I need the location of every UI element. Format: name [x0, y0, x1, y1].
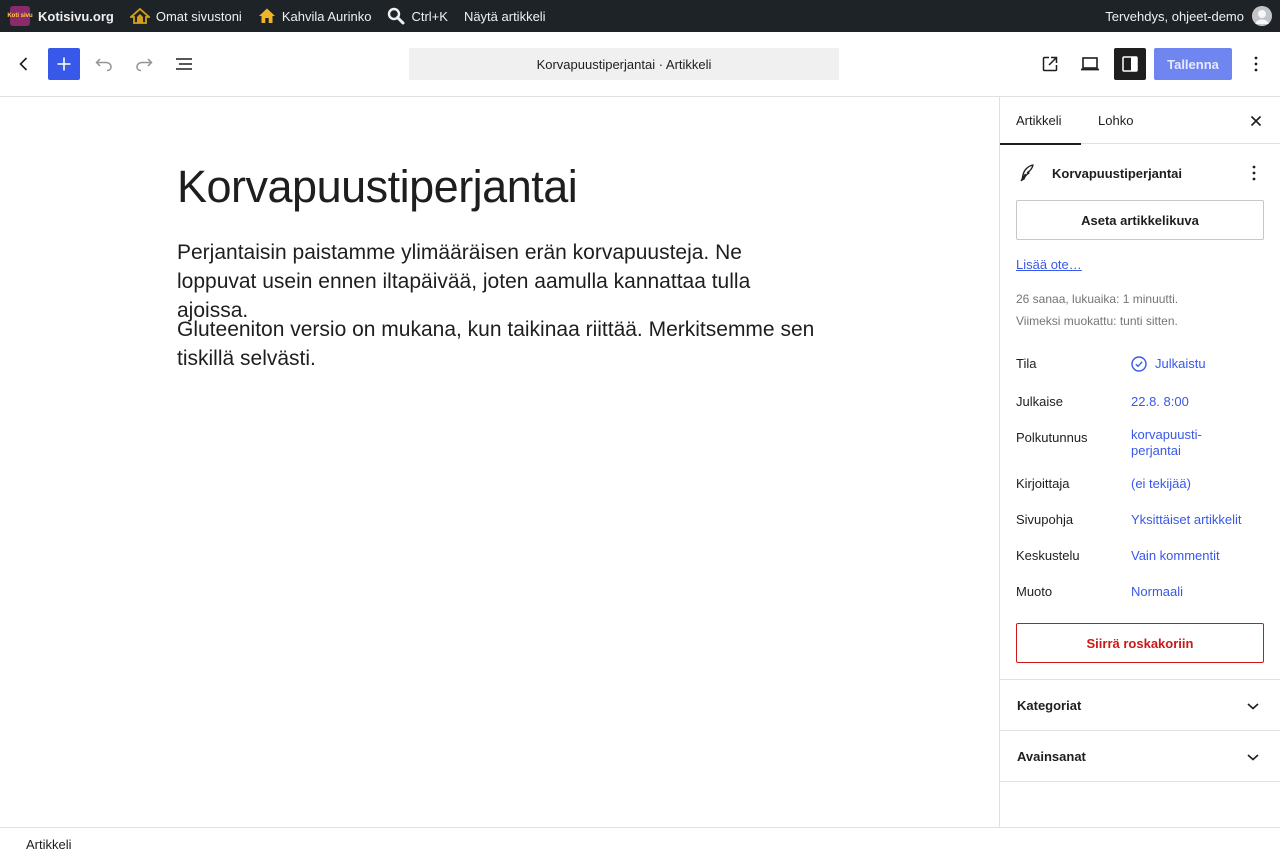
template-label: Sivupohja	[1016, 512, 1074, 527]
set-featured-image-label: Aseta artikkelikuva	[1081, 212, 1199, 228]
tab-post-label: Artikkeli	[1016, 113, 1062, 128]
move-to-trash-label: Siirrä roskakoriin	[1086, 635, 1194, 651]
admin-bar: Koti sivu Kotisivu.org Omat sivustoni Ka…	[0, 0, 1280, 32]
document-title-bar[interactable]: Korvapuustiperjantai · Artikkeli	[409, 48, 839, 80]
block-breadcrumb: Artikkeli	[0, 827, 1280, 860]
author-button[interactable]: (ei tekijää)	[1131, 476, 1191, 492]
format-label: Muoto	[1016, 584, 1053, 599]
format-button[interactable]: Normaali	[1131, 584, 1183, 600]
tab-post[interactable]: Artikkeli	[1000, 97, 1081, 145]
template-button[interactable]: Yksittäiset artikkelit	[1131, 512, 1242, 528]
chevron-left-icon	[19, 57, 28, 71]
undo-icon	[95, 58, 112, 72]
slug-value-line1: korvapuusti-	[1131, 427, 1202, 442]
check-circle-icon	[1131, 356, 1147, 372]
back-button[interactable]	[8, 48, 40, 80]
home-icon	[258, 7, 276, 25]
move-to-trash-button[interactable]: Siirrä roskakoriin	[1016, 623, 1264, 663]
paragraph-block[interactable]: Gluteeniton versio on mukana, kun taikin…	[177, 315, 827, 373]
preview-device-button[interactable]	[1074, 48, 1106, 80]
search-icon	[387, 7, 405, 25]
categories-panel-toggle[interactable]: Kategoriat	[1000, 679, 1280, 730]
save-button[interactable]: Tallenna	[1154, 48, 1232, 80]
document-title: Korvapuustiperjantai · Artikkeli	[536, 56, 712, 72]
slug-value-line2: perjantai	[1131, 443, 1181, 458]
site-name: Kotisivu.org	[38, 8, 114, 24]
desktop-icon	[1081, 57, 1099, 71]
document-overview-button[interactable]	[168, 48, 200, 80]
paragraph-block[interactable]: Perjantaisin paistamme ylimääräisen erän…	[177, 238, 827, 325]
options-menu-button[interactable]	[1240, 48, 1272, 80]
redo-button[interactable]	[128, 48, 160, 80]
block-inserter-button[interactable]	[48, 48, 80, 80]
categories-panel-title: Kategoriat	[1017, 697, 1082, 713]
view-post-link[interactable]: Näytä artikkeli	[456, 0, 554, 32]
more-vertical-icon	[1254, 56, 1258, 72]
view-post-label: Näytä artikkeli	[463, 8, 546, 24]
undo-button[interactable]	[88, 48, 120, 80]
list-view-icon	[176, 58, 192, 70]
my-sites-label: Omat sivustoni	[155, 8, 242, 24]
sidebar-tabs: Artikkeli Lohko	[1000, 97, 1280, 145]
publish-label: Julkaise	[1016, 394, 1063, 409]
redo-icon	[136, 58, 153, 72]
discussion-label: Keskustelu	[1016, 548, 1080, 563]
post-title[interactable]: Korvapuustiperjantai	[177, 161, 578, 213]
command-search[interactable]: Ctrl+K	[379, 0, 455, 32]
status-button[interactable]: Julkaistu	[1131, 356, 1206, 372]
settings-sidebar: Artikkeli Lohko Korvapuustiperjantai Ase…	[999, 97, 1280, 827]
post-actions-button[interactable]	[1242, 161, 1266, 185]
account-menu[interactable]: Tervehdys, ohjeet-demo	[1105, 6, 1280, 26]
publish-date-button[interactable]: 22.8. 8:00	[1131, 394, 1189, 410]
status-label: Tila	[1016, 356, 1037, 371]
last-modified: Viimeksi muokattu: tunti sitten.	[1016, 314, 1178, 328]
close-icon	[1250, 115, 1262, 127]
settings-toggle-button[interactable]	[1114, 48, 1146, 80]
editor-header: Korvapuustiperjantai · Artikkeli Tallenn…	[0, 32, 1280, 97]
more-vertical-icon	[1252, 165, 1256, 181]
view-post-button[interactable]	[1034, 48, 1066, 80]
search-shortcut: Ctrl+K	[411, 8, 448, 24]
tags-panel-title: Avainsanat	[1017, 748, 1086, 764]
plus-icon	[57, 57, 71, 71]
current-site-menu[interactable]: Kahvila Aurinko	[250, 0, 380, 32]
sidebar-icon	[1122, 56, 1138, 72]
post-name: Korvapuustiperjantai	[1052, 165, 1183, 181]
status-value: Julkaistu	[1155, 356, 1206, 371]
external-link-icon	[1042, 56, 1058, 72]
current-site-label: Kahvila Aurinko	[281, 8, 372, 24]
my-sites-menu[interactable]: Omat sivustoni	[122, 0, 250, 32]
editor-canvas: Korvapuustiperjantai Perjantaisin paista…	[0, 97, 999, 827]
post-icon	[1020, 164, 1034, 182]
discussion-button[interactable]: Vain kommentit	[1131, 548, 1220, 564]
greeting-text: Tervehdys, ohjeet-demo	[1105, 8, 1244, 24]
set-featured-image-button[interactable]: Aseta artikkelikuva	[1016, 200, 1264, 240]
tags-panel-toggle[interactable]: Avainsanat	[1000, 730, 1280, 781]
word-count: 26 sanaa, lukuaika: 1 minuutti.	[1016, 292, 1179, 306]
tab-block[interactable]: Lohko	[1081, 97, 1150, 144]
chevron-down-icon	[1241, 694, 1265, 718]
slug-button[interactable]: korvapuusti- perjantai	[1131, 427, 1202, 459]
add-excerpt-link[interactable]: Lisää ote…	[1016, 257, 1082, 272]
panel-divider	[1000, 781, 1280, 782]
save-label: Tallenna	[1167, 56, 1219, 72]
avatar	[1252, 6, 1272, 26]
site-logo-icon: Koti sivu	[7, 6, 33, 26]
chevron-down-icon	[1241, 745, 1265, 769]
author-label: Kirjoittaja	[1016, 476, 1070, 491]
site-menu[interactable]: Koti sivu Kotisivu.org	[0, 0, 122, 32]
close-sidebar-button[interactable]	[1244, 109, 1268, 133]
breadcrumb-item[interactable]: Artikkeli	[26, 837, 72, 852]
post-card: Korvapuustiperjantai	[1016, 161, 1266, 185]
my-sites-icon	[129, 7, 150, 25]
slug-label: Polkutunnus	[1016, 430, 1088, 445]
tab-block-label: Lohko	[1098, 113, 1134, 128]
